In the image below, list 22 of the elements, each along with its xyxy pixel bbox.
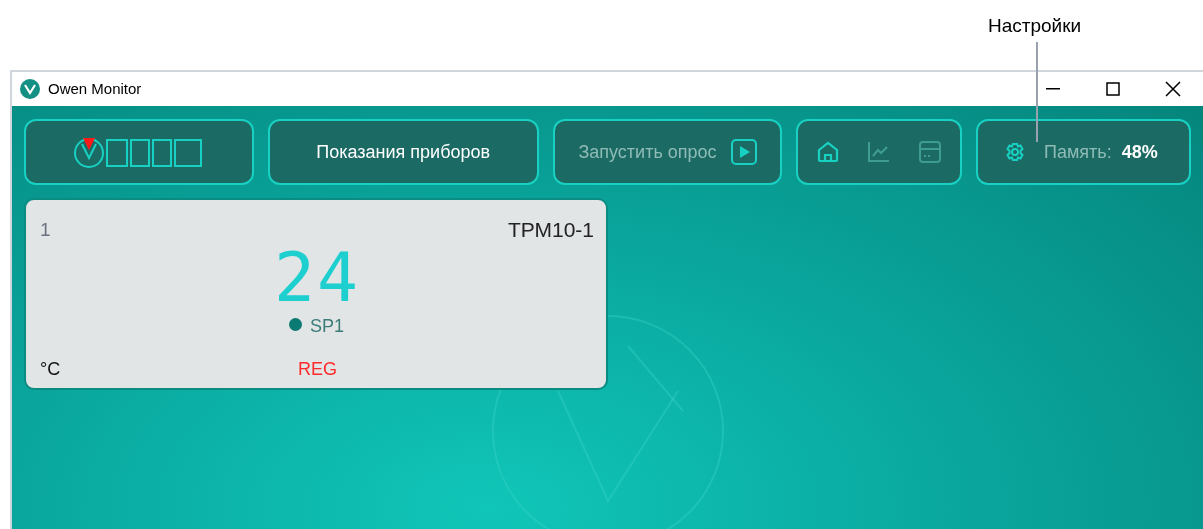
close-icon bbox=[1165, 81, 1181, 97]
window-title: Owen Monitor bbox=[48, 78, 142, 99]
card-icon bbox=[917, 139, 944, 165]
readings-button[interactable]: Показания приборов bbox=[267, 119, 539, 185]
memory-label: Память: bbox=[1044, 140, 1112, 164]
maximize-icon bbox=[1106, 82, 1120, 96]
minimize-icon bbox=[1046, 88, 1060, 90]
mode-label: REG bbox=[298, 358, 337, 381]
play-icon bbox=[730, 139, 757, 165]
app-logo-icon bbox=[20, 79, 40, 99]
card-tab[interactable] bbox=[917, 139, 944, 165]
device-number: 1 bbox=[40, 218, 51, 242]
unit-label: °C bbox=[40, 358, 61, 381]
device-card[interactable]: 1 ТРМ10-1 24 SP1 °C REG bbox=[24, 198, 608, 390]
settings-button[interactable] bbox=[1004, 141, 1026, 163]
setpoint-label: SP1 bbox=[310, 315, 345, 338]
memory-value: 48% bbox=[1121, 140, 1158, 164]
device-model: ТРМ10-1 bbox=[507, 217, 594, 243]
temperature-reading: 24 bbox=[274, 238, 360, 318]
company-logo-icon bbox=[72, 136, 205, 168]
settings-icon bbox=[1005, 142, 1025, 162]
callout-label: Настройки bbox=[988, 14, 1082, 38]
